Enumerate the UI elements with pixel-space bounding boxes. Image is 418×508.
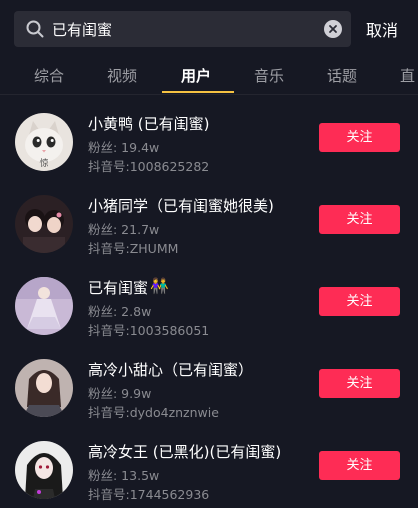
avatar[interactable] [15, 441, 73, 499]
tab-live[interactable]: 直 [400, 65, 415, 86]
list-item[interactable]: 高冷女王 (已黑化)(已有闺蜜) 粉丝: 13.5w 抖音号:174456293… [0, 423, 418, 505]
search-icon [26, 20, 44, 38]
user-name: 高冷小甜心（已有闺蜜） [88, 361, 254, 379]
user-name: 小猪同学（已有闺蜜她很美) [88, 197, 274, 215]
follow-button[interactable]: 关注 [319, 287, 400, 316]
user-name: 已有闺蜜 [88, 279, 149, 297]
follower-count: 粉丝: 9.9w [88, 386, 152, 401]
avatar[interactable] [15, 277, 73, 335]
douyin-id: 抖音号:1744562936 [88, 487, 210, 502]
category-tabs: 综合 视频 用户 音乐 话题 直 [0, 58, 418, 94]
avatar-caption: 惊 [39, 157, 48, 169]
search-bar: 取消 [0, 0, 418, 58]
search-box[interactable] [14, 11, 351, 47]
follower-count: 粉丝: 21.7w [88, 222, 160, 237]
follow-button[interactable]: 关注 [319, 451, 400, 480]
couple-emoji-icon: 👫 [150, 277, 169, 295]
douyin-id: 抖音号:1008625282 [88, 159, 210, 174]
active-tab-indicator [162, 91, 234, 93]
tab-videos[interactable]: 视频 [107, 65, 137, 86]
tab-music[interactable]: 音乐 [254, 65, 284, 86]
douyin-id: 抖音号:dydo4znznwie [88, 405, 219, 420]
user-name: 高冷女王 (已黑化)(已有闺蜜) [88, 443, 282, 461]
follower-count: 粉丝: 19.4w [88, 140, 160, 155]
clear-search-button[interactable] [324, 20, 342, 38]
follow-button[interactable]: 关注 [319, 205, 400, 234]
search-input[interactable] [52, 11, 322, 47]
avatar[interactable]: 惊 [15, 113, 73, 171]
follower-count: 粉丝: 2.8w [88, 304, 152, 319]
avatar[interactable] [15, 359, 73, 417]
list-item[interactable]: 高冷小甜心（已有闺蜜） 粉丝: 9.9w 抖音号:dydo4znznwie 关注 [0, 341, 418, 423]
douyin-id: 抖音号:1003586051 [88, 323, 210, 338]
tab-topics[interactable]: 话题 [327, 65, 357, 86]
cancel-button[interactable]: 取消 [366, 17, 398, 41]
cat-avatar-image: 惊 [15, 113, 73, 171]
follow-button[interactable]: 关注 [319, 369, 400, 398]
tab-users[interactable]: 用户 [181, 65, 211, 86]
list-item[interactable]: 小猪同学（已有闺蜜她很美) 粉丝: 21.7w 抖音号:ZHUMM 关注 [0, 177, 418, 259]
girl-portrait-avatar-image [15, 359, 73, 417]
user-name: 小黄鸭 (已有闺蜜) [88, 115, 210, 133]
avatar[interactable] [15, 195, 73, 253]
close-icon [329, 25, 337, 33]
list-item[interactable]: 惊 小黄鸭 (已有闺蜜) 粉丝: 19.4w 抖音号:1008625282 关注 [0, 95, 418, 177]
douyin-id: 抖音号:ZHUMM [88, 241, 179, 256]
follow-button[interactable]: 关注 [319, 123, 400, 152]
tab-general[interactable]: 综合 [34, 65, 64, 86]
follower-count: 粉丝: 13.5w [88, 468, 160, 483]
dark-girl-avatar-image [15, 441, 73, 499]
girl-in-dress-avatar-image [15, 277, 73, 335]
two-girls-avatar-image [15, 195, 73, 253]
list-item[interactable]: 已有闺蜜 👫 粉丝: 2.8w 抖音号:1003586051 关注 [0, 259, 418, 341]
search-results-page: 取消 综合 视频 用户 音乐 话题 直 [0, 0, 418, 508]
user-list: 惊 小黄鸭 (已有闺蜜) 粉丝: 19.4w 抖音号:1008625282 关注 [0, 95, 418, 505]
